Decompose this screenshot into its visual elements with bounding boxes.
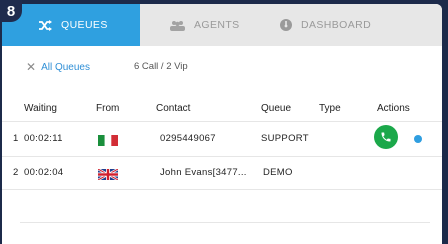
tab-dashboard-label: DASHBOARD [301, 19, 372, 31]
queue-filter[interactable]: ✕ All Queues [26, 59, 90, 75]
uk-flag-icon [97, 167, 119, 182]
queue-name: DEMO [263, 167, 293, 178]
column-header-queue: Queue [261, 103, 292, 114]
row-index: 1 [13, 133, 19, 144]
answer-call-button[interactable] [374, 125, 398, 149]
all-queues-link[interactable]: All Queues [41, 62, 90, 73]
waiting-time: 00:02:04 [24, 167, 64, 178]
column-header-waiting: Waiting [24, 103, 57, 114]
tab-bar: QUEUES AGENTS DASHBOARD [2, 4, 442, 46]
users-icon [170, 20, 185, 31]
row-divider [2, 156, 442, 157]
column-header-contact: Contact [156, 103, 191, 114]
queue-panel: QUEUES AGENTS DASHBOARD ✕ All Queues 6 C… [2, 4, 442, 244]
tab-agents[interactable]: AGENTS [170, 4, 240, 46]
queue-name: SUPPORT [261, 133, 309, 144]
waiting-time: 00:02:11 [24, 133, 63, 144]
notification-count-badge: 8 [0, 0, 22, 22]
contact-name[interactable]: John Evans[3477... [160, 167, 247, 178]
column-header-actions: Actions [377, 103, 410, 114]
tab-agents-label: AGENTS [194, 19, 240, 31]
contact-number[interactable]: 0295449067 [160, 133, 216, 144]
column-header-type: Type [319, 103, 341, 114]
column-header-from: From [96, 103, 120, 114]
list-end-divider [20, 222, 430, 223]
shuffle-icon [38, 19, 52, 31]
tab-dashboard[interactable]: DASHBOARD [280, 4, 371, 46]
italy-flag-icon [98, 133, 118, 146]
phone-icon [381, 132, 391, 142]
status-indicator [414, 135, 422, 143]
row-index: 2 [13, 167, 19, 178]
tab-queues-label: QUEUES [61, 19, 108, 31]
speedometer-icon [280, 19, 292, 31]
row-divider [2, 189, 442, 190]
header-divider [2, 121, 442, 122]
close-icon[interactable]: ✕ [26, 60, 36, 74]
tab-queues[interactable]: QUEUES [2, 4, 140, 46]
call-summary: 6 Call / 2 Vip [134, 61, 188, 72]
